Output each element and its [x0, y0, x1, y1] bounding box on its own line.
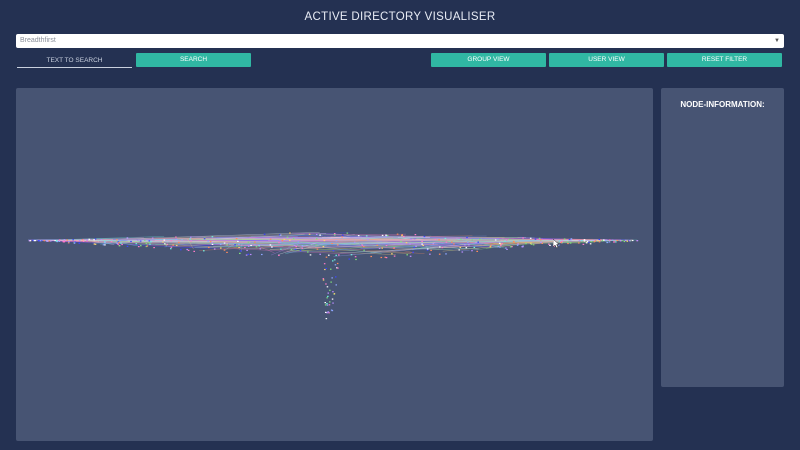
chevron-down-icon[interactable]: ▼ [774, 34, 780, 48]
node-information-title: NODE-INFORMATION: [680, 100, 765, 109]
network-graph[interactable] [16, 88, 653, 441]
graph-canvas[interactable] [16, 88, 653, 441]
user-view-button[interactable]: USER VIEW [549, 53, 664, 67]
node-information-panel: NODE-INFORMATION: [661, 88, 784, 387]
app-title: ACTIVE DIRECTORY VISUALISER [304, 11, 496, 23]
search-input[interactable] [17, 53, 132, 68]
search-button[interactable]: SEARCH [136, 53, 251, 67]
group-view-button[interactable]: GROUP VIEW [431, 53, 546, 67]
reset-filter-button[interactable]: RESET FILTER [667, 53, 782, 67]
layout-select[interactable]: Breadthfirst ▼ [16, 34, 784, 48]
layout-select-value: Breadthfirst [20, 37, 56, 44]
mouse-pointer-icon [553, 239, 560, 249]
